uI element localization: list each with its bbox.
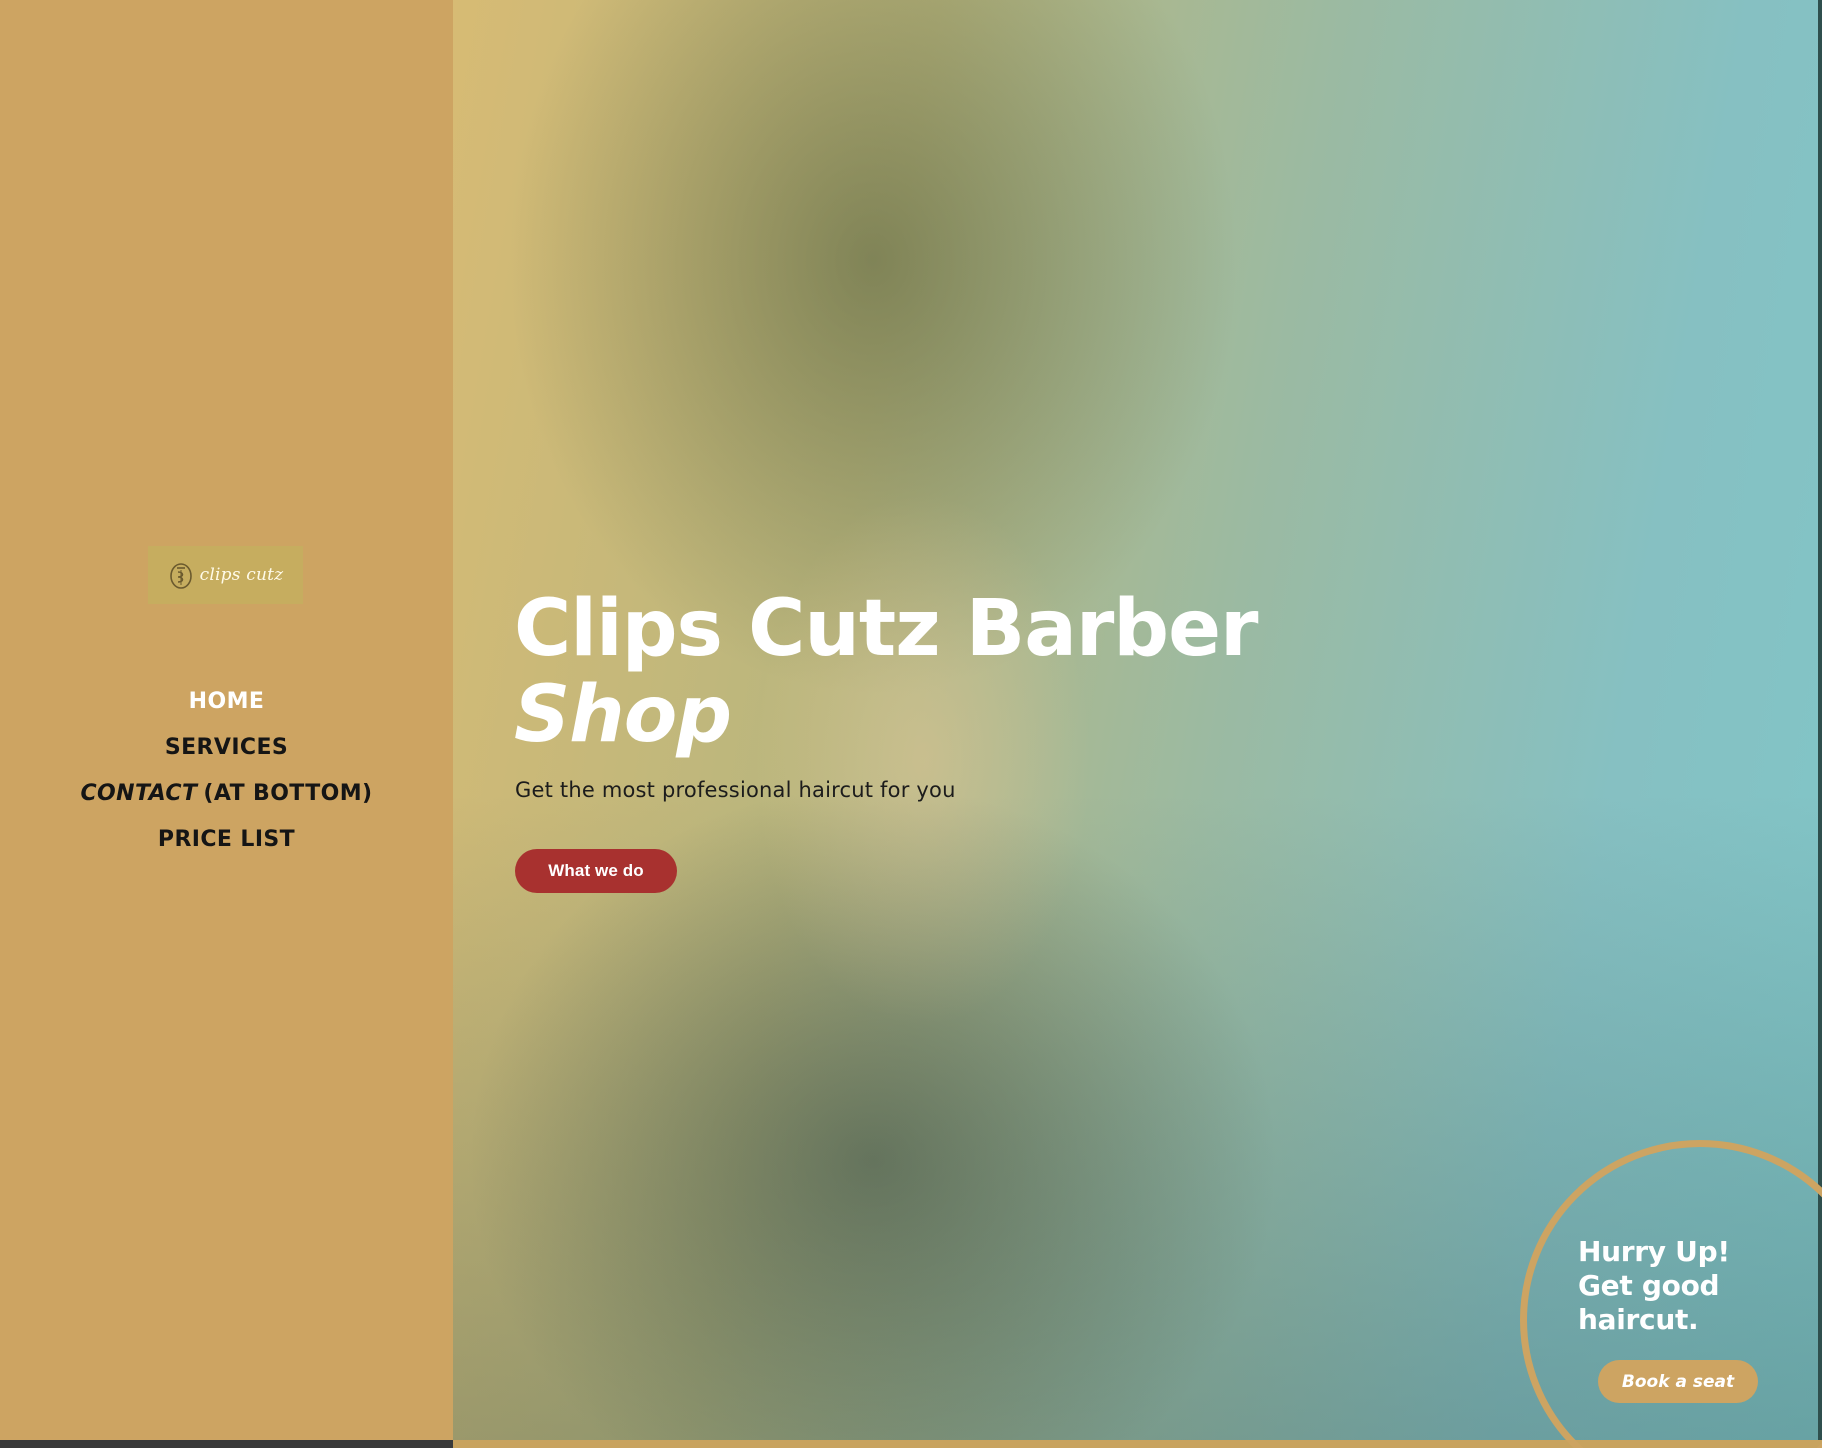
nav-item-price-list[interactable]: PRICE LIST <box>158 816 295 862</box>
promo-text: Hurry Up! Get good haircut. <box>1578 1235 1730 1337</box>
nav-item-services[interactable]: SERVICES <box>165 724 288 770</box>
page: clips cutz HOME SERVICES CONTACT (AT BOT… <box>0 0 1822 1448</box>
comb-emblem-icon <box>168 560 194 590</box>
book-a-seat-button[interactable]: Book a seat <box>1598 1360 1758 1403</box>
promo-line3: haircut. <box>1578 1303 1699 1336</box>
promo-line2: Get good <box>1578 1269 1720 1302</box>
hero-subtitle: Get the most professional haircut for yo… <box>515 778 956 802</box>
what-we-do-button[interactable]: What we do <box>515 849 677 893</box>
page-title-line2: Shop <box>514 670 732 760</box>
nav-item-contact-em: CONTACT <box>80 780 198 806</box>
promo-line1: Hurry Up! <box>1578 1235 1730 1268</box>
page-title: Clips Cutz Barber Shop <box>514 586 1414 758</box>
sidebar: clips cutz HOME SERVICES CONTACT (AT BOT… <box>0 0 453 1440</box>
logo[interactable]: clips cutz <box>148 546 303 604</box>
nav-item-contact-rest: (AT BOTTOM) <box>203 780 373 806</box>
page-title-line1: Clips Cutz Barber <box>514 584 1259 674</box>
main-nav: HOME SERVICES CONTACT (AT BOTTOM) PRICE … <box>0 678 453 862</box>
bottom-divider-left <box>0 1440 453 1448</box>
nav-item-home[interactable]: HOME <box>189 678 265 724</box>
logo-text: clips cutz <box>199 565 284 585</box>
nav-item-contact[interactable]: CONTACT (AT BOTTOM) <box>81 770 373 816</box>
